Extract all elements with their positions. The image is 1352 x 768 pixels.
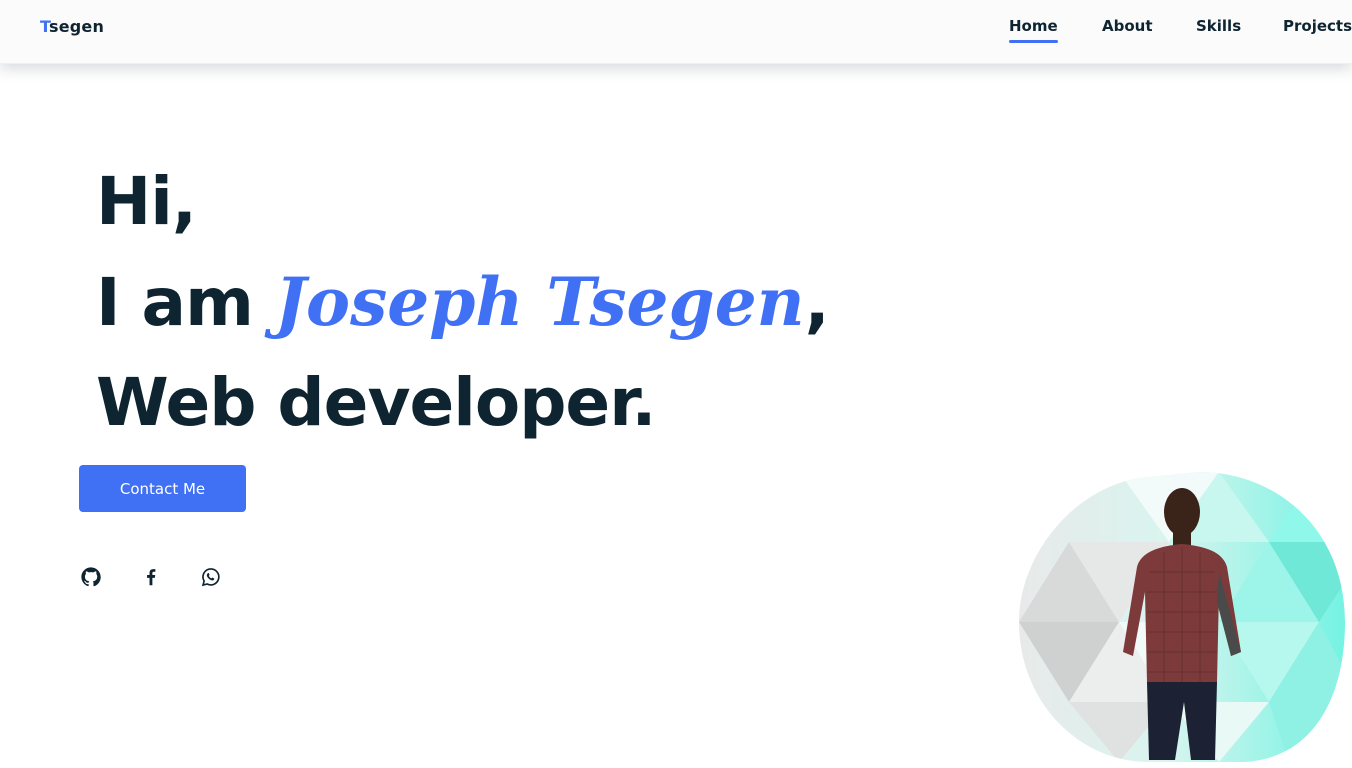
hero-role: Web developer. xyxy=(96,364,656,441)
nav-home[interactable]: Home xyxy=(1009,17,1058,43)
hero-intro-suffix: , xyxy=(804,264,830,341)
hero-intro-prefix: I am xyxy=(96,264,275,341)
site-logo[interactable]: Tsegen xyxy=(40,17,104,36)
whatsapp-icon[interactable] xyxy=(199,565,223,589)
profile-portrait xyxy=(1019,472,1345,762)
facebook-icon[interactable] xyxy=(139,565,163,589)
github-icon[interactable] xyxy=(79,565,103,589)
hero-greeting: Hi, xyxy=(96,163,197,240)
nav-projects[interactable]: Projects xyxy=(1283,17,1352,35)
hero-intro-line: I am Joseph Tsegen, xyxy=(96,252,830,353)
contact-me-button[interactable]: Contact Me xyxy=(79,465,246,512)
hero-name: Joseph Tsegen xyxy=(274,263,805,341)
logo-initial: T xyxy=(40,17,49,36)
site-header: Tsegen Home About Skills Projects xyxy=(0,0,1352,64)
logo-text: segen xyxy=(49,17,105,36)
nav-skills[interactable]: Skills xyxy=(1196,17,1241,35)
hero-heading: Hi, I am Joseph Tsegen, Web developer. xyxy=(96,152,830,453)
social-links xyxy=(79,565,239,589)
nav-about[interactable]: About xyxy=(1102,17,1153,35)
